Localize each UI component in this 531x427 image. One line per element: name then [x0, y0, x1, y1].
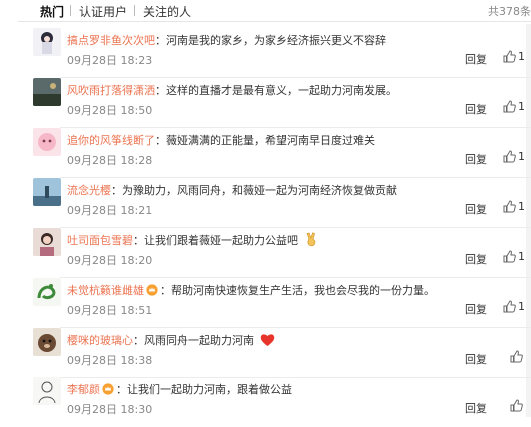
avatar[interactable] — [33, 28, 61, 56]
reply-button[interactable]: 回复 — [465, 251, 487, 267]
comment-username[interactable]: 流念光樱 — [67, 184, 111, 197]
comment-text: 让我们一起助力河南，跟着做公益 — [127, 383, 292, 396]
reply-button[interactable]: 回复 — [465, 51, 487, 67]
comment-time: 09月28日 18:28 — [67, 154, 153, 167]
comment-time: 09月28日 18:23 — [67, 54, 153, 67]
comment-body: 搞点罗非鱼次次吧：河南是我的家乡，为家乡经济振兴更义不容辞 — [67, 34, 386, 47]
comment-body: 未觉杭籁谁雌雄 ：帮助河南快速恢复生产生活，我也会尽我的一份力量。 — [67, 284, 435, 297]
avatar[interactable] — [33, 128, 61, 156]
red-heart-emoji — [260, 334, 274, 346]
comment-body: 吐司面包雪碧：让我们跟着薇娅一起助力公益吧 — [67, 232, 319, 248]
like-count: 1 — [518, 250, 525, 263]
like-button[interactable]: 1 — [503, 50, 525, 63]
thumbs-up-icon — [503, 200, 516, 213]
like-count: 1 — [518, 200, 525, 213]
tab-verified-users[interactable]: 认证用户 — [79, 3, 127, 20]
comment-item: 流念光樱：为豫助力，风雨同舟，和薇娅一起为河南经济恢复做贡献 09月28日 18… — [0, 178, 531, 228]
avatar[interactable] — [33, 278, 61, 306]
tab-divider — [134, 5, 135, 16]
comment-body: 李郁颜 ：让我们一起助力河南，跟着做公益 — [67, 383, 292, 396]
comment-body: 追你的风筝线断了：薇娅满满的正能量，希望河南早日度过难关 — [67, 134, 375, 147]
like-button[interactable]: 1 — [503, 250, 525, 263]
reply-button[interactable]: 回复 — [465, 201, 487, 217]
comment-text: 帮助河南快速恢复生产生活，我也会尽我的一份力量。 — [171, 284, 435, 297]
avatar[interactable] — [33, 178, 61, 206]
comment-item: 追你的风筝线断了：薇娅满满的正能量，希望河南早日度过难关 09月28日 18:2… — [0, 128, 531, 178]
member-crown-icon — [146, 284, 158, 296]
comment-total-count: 共378条 — [488, 5, 531, 18]
thumbs-up-icon — [503, 300, 516, 313]
thumbs-up-icon — [510, 399, 523, 412]
comment-item: 未觉杭籁谁雌雄 ：帮助河南快速恢复生产生活，我也会尽我的一份力量。 09月28日 … — [0, 278, 531, 328]
comment-item: 李郁颜 ：让我们一起助力河南，跟着做公益 09月28日 18:30 回复 — [0, 377, 531, 427]
comment-time: 09月28日 18:20 — [67, 254, 153, 267]
thumbs-up-icon — [503, 250, 516, 263]
avatar[interactable] — [33, 78, 61, 106]
thumbs-up-icon — [510, 350, 523, 363]
tab-hot[interactable]: 热门 — [40, 3, 64, 20]
like-button[interactable]: 1 — [503, 300, 525, 313]
comment-text: 薇娅满满的正能量，希望河南早日度过难关 — [166, 134, 375, 147]
like-count: 1 — [518, 150, 525, 163]
comment-text: 风雨同舟一起助力河南 — [144, 334, 254, 347]
comment-username[interactable]: 搞点罗非鱼次次吧 — [67, 34, 155, 47]
comment-body: 风吹雨打落得潇洒：这样的直播才是最有意义，一起助力河南发展。 — [67, 84, 397, 97]
comment-item: 风吹雨打落得潇洒：这样的直播才是最有意义，一起助力河南发展。 09月28日 18… — [0, 78, 531, 128]
reply-button[interactable]: 回复 — [465, 301, 487, 317]
avatar[interactable] — [33, 328, 61, 356]
comment-text: 这样的直播才是最有意义，一起助力河南发展。 — [166, 84, 397, 97]
reply-button[interactable]: 回复 — [465, 351, 487, 367]
comment-text: 为豫助力，风雨同舟，和薇娅一起为河南经济恢复做贡献 — [122, 184, 397, 197]
like-count: 1 — [518, 50, 525, 63]
comment-item: 搞点罗非鱼次次吧：河南是我的家乡，为家乡经济振兴更义不容辞 09月28日 18:… — [0, 28, 531, 78]
like-button[interactable]: 1 — [503, 100, 525, 113]
thumbs-up-icon — [503, 100, 516, 113]
comment-body: 流念光樱：为豫助力，风雨同舟，和薇娅一起为河南经济恢复做贡献 — [67, 184, 397, 197]
reply-button[interactable]: 回复 — [465, 151, 487, 167]
tab-following[interactable]: 关注的人 — [143, 3, 191, 20]
like-button[interactable] — [510, 399, 525, 412]
comment-text: 让我们跟着薇娅一起助力公益吧 — [144, 234, 298, 247]
like-button[interactable]: 1 — [503, 200, 525, 213]
tabs-divider-line — [18, 21, 531, 22]
comment-filter-tabs: 热门 认证用户 关注的人 共378条 — [0, 0, 531, 22]
comment-time: 09月28日 18:30 — [67, 403, 153, 416]
comment-text: 河南是我的家乡，为家乡经济振兴更义不容辞 — [166, 34, 386, 47]
avatar[interactable] — [33, 228, 61, 256]
comment-username[interactable]: 风吹雨打落得潇洒 — [67, 84, 155, 97]
like-count: 1 — [518, 300, 525, 313]
comment-item: 樱咪的玻璃心：风雨同舟一起助力河南 09月28日 18:38 回复 — [0, 328, 531, 378]
comment-username[interactable]: 追你的风筝线断了 — [67, 134, 155, 147]
victory-hand-emoji — [306, 232, 315, 247]
comment-username[interactable]: 樱咪的玻璃心 — [67, 334, 133, 347]
thumbs-up-icon — [503, 150, 516, 163]
like-count: 1 — [518, 100, 525, 113]
comment-username[interactable]: 未觉杭籁谁雌雄 — [67, 284, 144, 297]
reply-button[interactable]: 回复 — [465, 400, 487, 416]
tab-divider — [70, 5, 71, 16]
comment-time: 09月28日 18:21 — [67, 204, 153, 217]
like-button[interactable] — [510, 350, 525, 363]
reply-button[interactable]: 回复 — [465, 101, 487, 117]
comment-time: 09月28日 18:38 — [67, 354, 153, 367]
thumbs-up-icon — [503, 50, 516, 63]
comment-time: 09月28日 18:50 — [67, 104, 153, 117]
comment-body: 樱咪的玻璃心：风雨同舟一起助力河南 — [67, 332, 275, 348]
avatar[interactable] — [33, 377, 61, 405]
comment-item: 吐司面包雪碧：让我们跟着薇娅一起助力公益吧 09月28日 18:20 回复 1 — [0, 228, 531, 278]
comment-time: 09月28日 18:51 — [67, 304, 153, 317]
member-crown-icon — [102, 383, 114, 395]
comment-username[interactable]: 吐司面包雪碧 — [67, 234, 133, 247]
like-button[interactable]: 1 — [503, 150, 525, 163]
comment-username[interactable]: 李郁颜 — [67, 383, 100, 396]
